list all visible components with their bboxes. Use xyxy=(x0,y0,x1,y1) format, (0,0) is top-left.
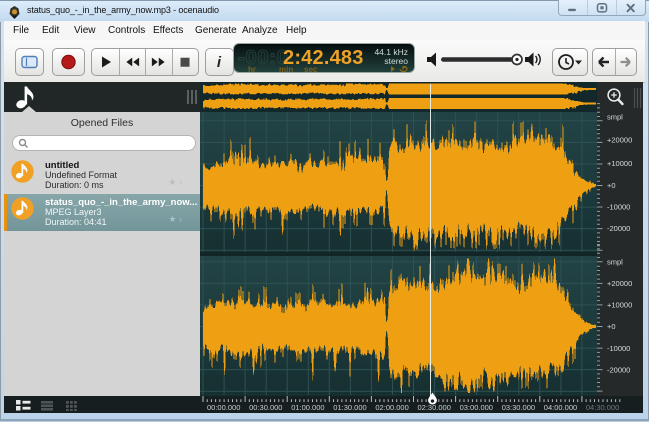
svg-text:01:00.000: 01:00.000 xyxy=(291,403,324,412)
svg-text:i: i xyxy=(217,54,222,71)
svg-text:-10000: -10000 xyxy=(607,344,630,353)
svg-text:smpl: smpl xyxy=(607,113,623,122)
svg-text:04:30.000: 04:30.000 xyxy=(586,403,619,412)
svg-text:+10000: +10000 xyxy=(607,159,632,168)
svg-text:+0: +0 xyxy=(607,322,616,331)
svg-text:03:00.000: 03:00.000 xyxy=(460,403,493,412)
svg-text:01:30.000: 01:30.000 xyxy=(333,403,366,412)
svg-text:+0: +0 xyxy=(607,181,616,190)
svg-text:00:30.000: 00:30.000 xyxy=(249,403,282,412)
svg-text:smpl: smpl xyxy=(607,258,623,267)
svg-text:02:00.000: 02:00.000 xyxy=(375,403,408,412)
svg-text:-20000: -20000 xyxy=(607,366,630,375)
svg-text:+20000: +20000 xyxy=(607,279,632,288)
svg-text:04:00.000: 04:00.000 xyxy=(544,403,577,412)
svg-text:03:30.000: 03:30.000 xyxy=(502,403,535,412)
svg-text:-20000: -20000 xyxy=(607,224,630,233)
svg-text:-10000: -10000 xyxy=(607,203,630,212)
svg-text:+20000: +20000 xyxy=(607,136,632,145)
svg-text:00:00.000: 00:00.000 xyxy=(207,403,240,412)
svg-text:+10000: +10000 xyxy=(607,301,632,310)
